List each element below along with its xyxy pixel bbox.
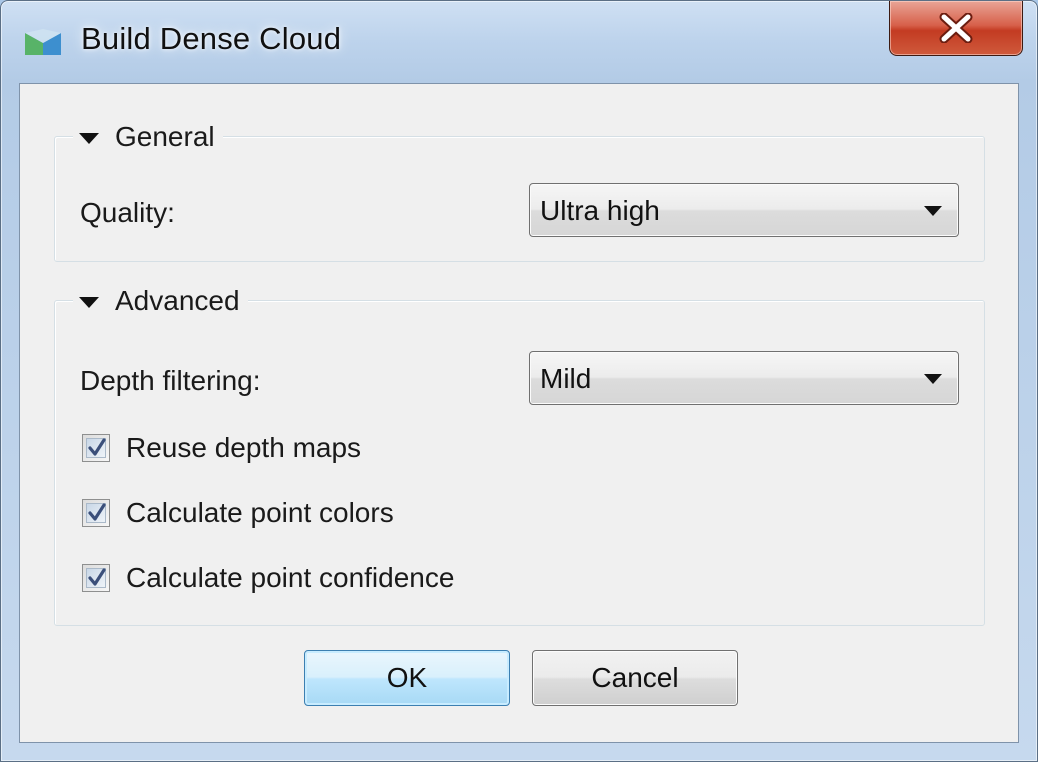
dialog-client-area: General Quality: Ultra high Advanced Dep… bbox=[19, 83, 1019, 743]
checkbox-box[interactable] bbox=[82, 564, 110, 592]
general-group: General Quality: Ultra high bbox=[54, 117, 985, 262]
depth-filtering-dropdown-value: Mild bbox=[540, 363, 592, 394]
quality-label: Quality: bbox=[80, 197, 175, 228]
calculate-point-confidence-checkbox[interactable]: Calculate point confidence bbox=[82, 558, 454, 598]
title-bar[interactable]: Build Dense Cloud bbox=[1, 1, 1037, 81]
general-group-header[interactable]: General bbox=[73, 117, 223, 157]
depth-filtering-dropdown[interactable]: Mild bbox=[529, 351, 959, 405]
app-icon bbox=[23, 27, 63, 57]
window-title: Build Dense Cloud bbox=[81, 21, 342, 56]
advanced-header-label: Advanced bbox=[115, 285, 240, 316]
quality-dropdown[interactable]: Ultra high bbox=[529, 183, 959, 237]
checkbox-label: Reuse depth maps bbox=[126, 432, 362, 463]
depth-filtering-label: Depth filtering: bbox=[80, 365, 261, 396]
checkmark-icon bbox=[88, 503, 106, 521]
collapse-triangle-icon bbox=[79, 296, 99, 308]
checkbox-box[interactable] bbox=[82, 499, 110, 527]
ok-button-label: OK bbox=[386, 662, 428, 693]
calculate-point-colors-checkbox[interactable]: Calculate point colors bbox=[82, 493, 394, 533]
quality-dropdown-value: Ultra high bbox=[540, 195, 660, 226]
checkbox-label: Calculate point colors bbox=[126, 497, 394, 528]
general-header-label: General bbox=[115, 121, 215, 152]
ok-button[interactable]: OK bbox=[304, 650, 510, 706]
cancel-button[interactable]: Cancel bbox=[532, 650, 738, 706]
dropdown-arrow-icon bbox=[924, 206, 942, 216]
advanced-group-header[interactable]: Advanced bbox=[73, 281, 248, 321]
reuse-depth-maps-checkbox[interactable]: Reuse depth maps bbox=[82, 428, 361, 468]
dropdown-arrow-icon bbox=[924, 374, 942, 384]
checkbox-label: Calculate point confidence bbox=[126, 562, 455, 593]
close-button[interactable] bbox=[889, 1, 1023, 56]
checkmark-icon bbox=[88, 568, 106, 586]
collapse-triangle-icon bbox=[79, 132, 99, 144]
cancel-button-label: Cancel bbox=[591, 662, 679, 693]
checkmark-icon bbox=[88, 438, 106, 456]
checkbox-box[interactable] bbox=[82, 434, 110, 462]
dialog-window: Build Dense Cloud General Quality: Ultra… bbox=[0, 0, 1038, 762]
